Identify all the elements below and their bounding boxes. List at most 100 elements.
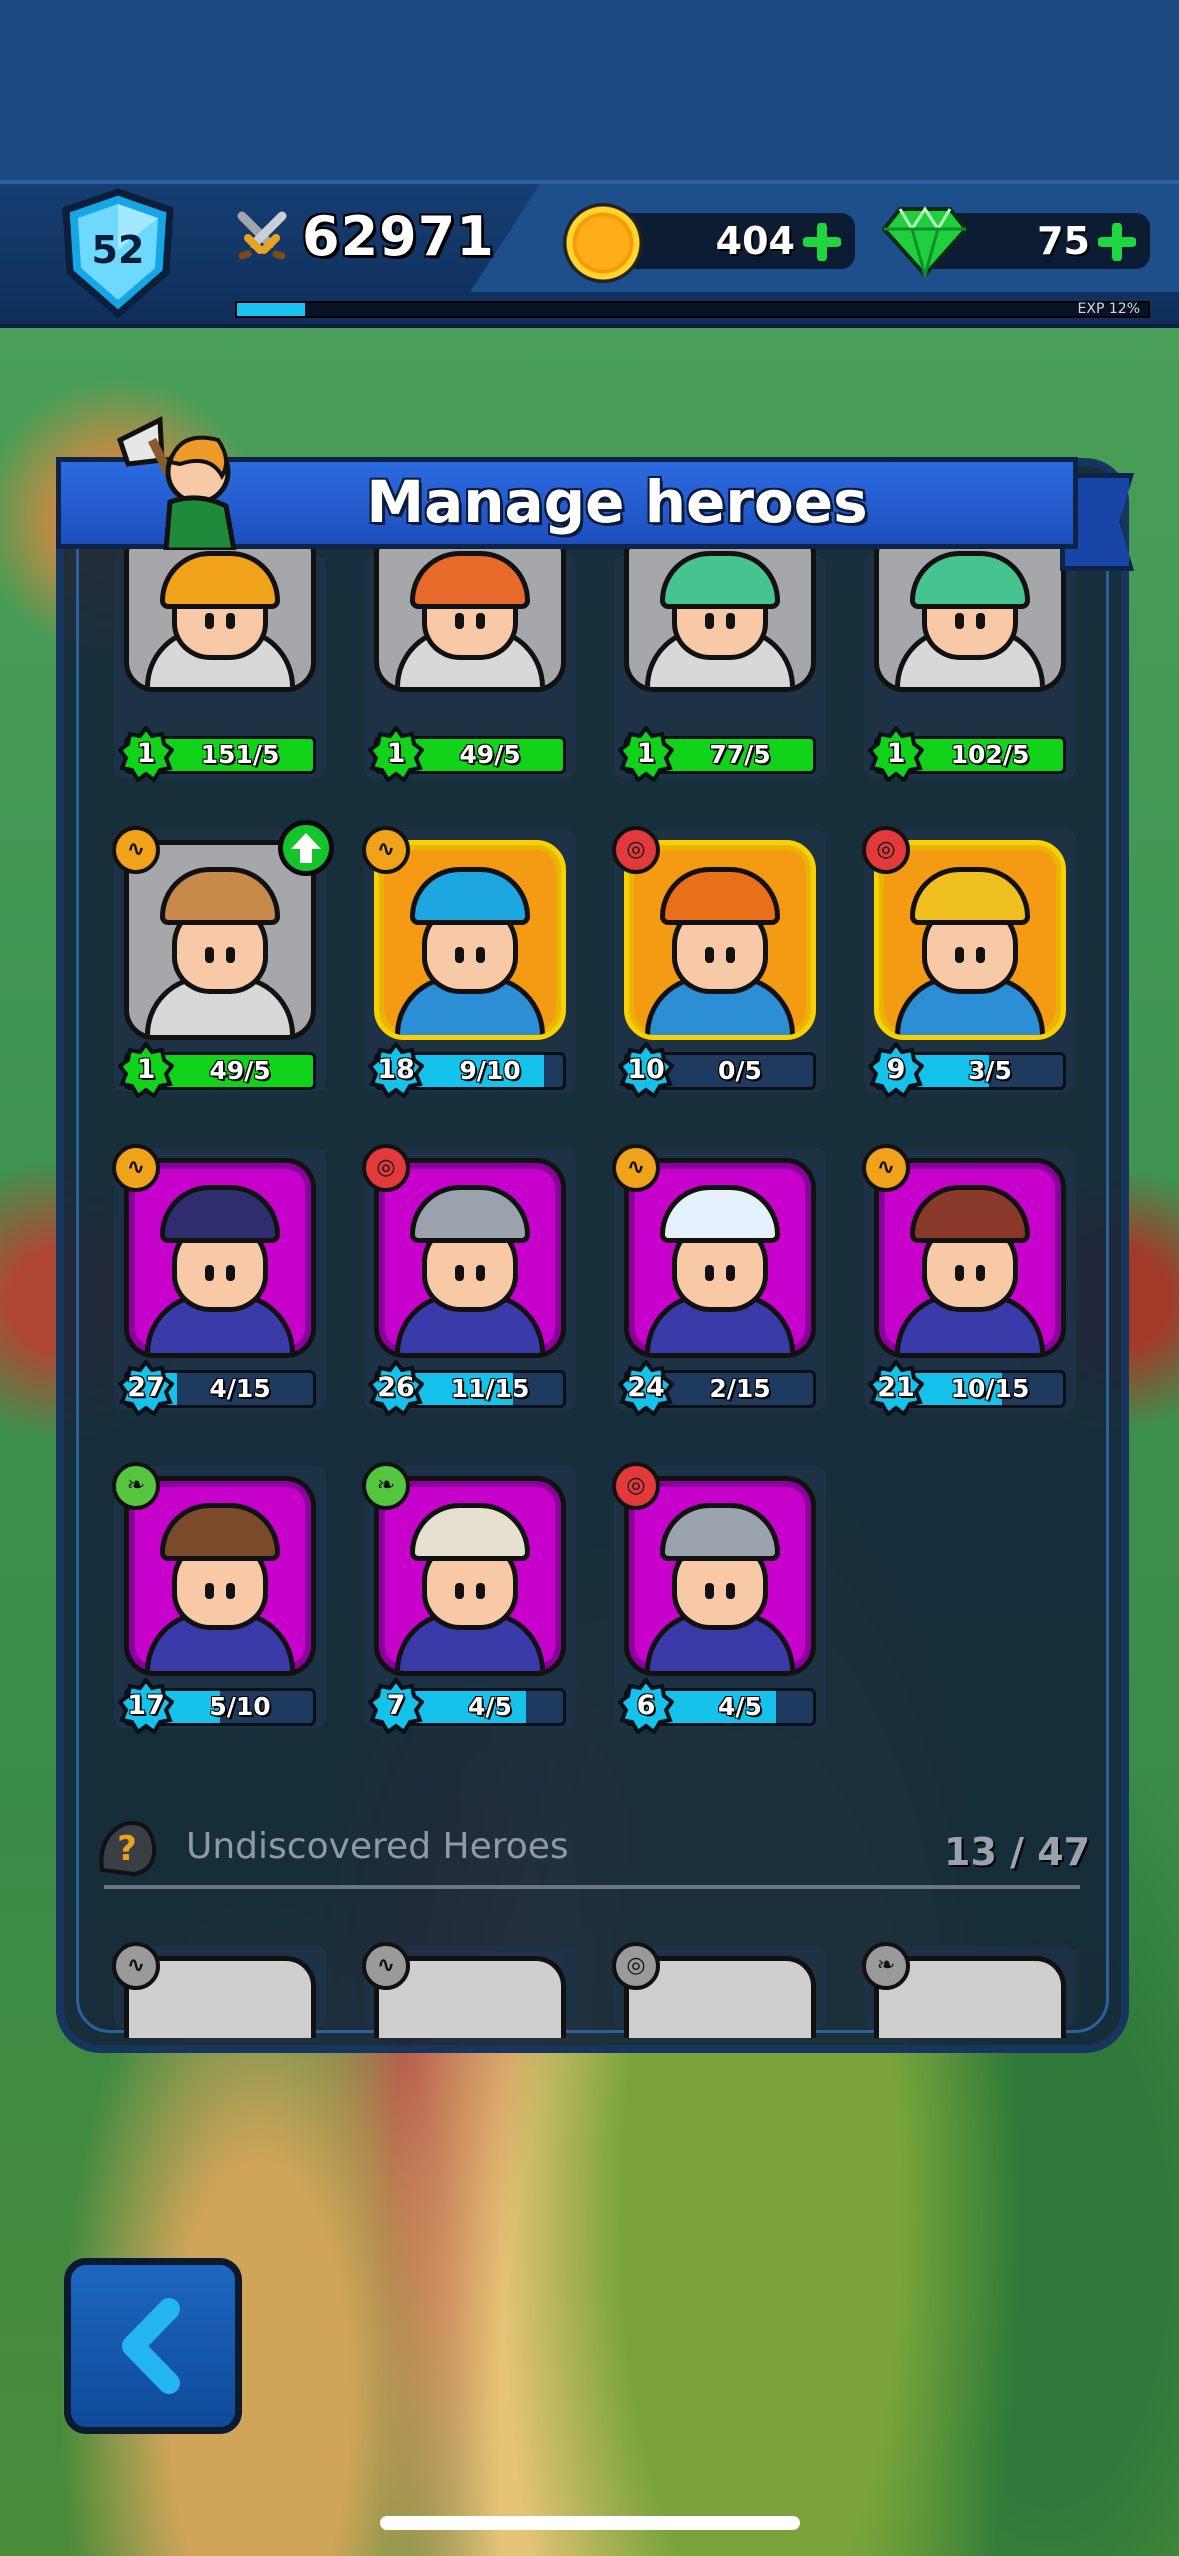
hero-level: 27 xyxy=(127,1372,165,1403)
hero-level: 21 xyxy=(877,1372,915,1403)
hero-card[interactable]: ◎ 0/5 10 xyxy=(612,826,826,1098)
hero-progress-text: 4/15 xyxy=(209,1374,271,1403)
hero-level: 26 xyxy=(377,1372,415,1403)
power-display: 62971 xyxy=(236,204,495,268)
crossed-swords-icon xyxy=(237,211,287,260)
exp-progress-bar: EXP 12% xyxy=(235,301,1150,318)
hero-progress-text: 2/15 xyxy=(709,1374,771,1403)
hero-progress-text: 9/10 xyxy=(459,1056,521,1085)
undiscovered-heroes-count: 13 / 47 xyxy=(944,1830,1091,1874)
attack-icon: ◎ xyxy=(612,1462,660,1510)
nature-icon: ❧ xyxy=(862,1942,910,1990)
support-icon: ∿ xyxy=(362,1942,410,1990)
attack-icon: ◎ xyxy=(612,1942,660,1990)
coins-value: 404 xyxy=(715,219,795,263)
hero-progress-text: 5/10 xyxy=(209,1692,271,1721)
undiscovered-hero-card[interactable]: ❧ xyxy=(862,1942,1076,2038)
hero-card[interactable]: 77/5 1 xyxy=(614,524,826,782)
hero-card[interactable]: ∿ 10/15 21 xyxy=(862,1144,1076,1416)
exp-progress-fill xyxy=(237,303,306,316)
hero-level: 1 xyxy=(136,1054,156,1085)
hero-progress-text: 0/5 xyxy=(718,1056,762,1085)
hero-level: 17 xyxy=(127,1690,165,1721)
support-icon: ∿ xyxy=(862,1144,910,1192)
status-bar-area xyxy=(0,0,1179,180)
support-icon: ∿ xyxy=(362,826,410,874)
hero-card[interactable]: ◎ 4/5 6 xyxy=(612,1462,826,1734)
hero-portrait xyxy=(124,1476,316,1676)
hero-portrait xyxy=(624,1476,816,1676)
hero-progress-text: 49/5 xyxy=(459,740,521,769)
hero-progress-text: 3/5 xyxy=(968,1056,1012,1085)
coin-icon xyxy=(563,203,643,283)
section-divider xyxy=(104,1885,1080,1889)
hero-level: 18 xyxy=(377,1054,415,1085)
player-level-value: 52 xyxy=(91,228,145,272)
hero-progress-text: 102/5 xyxy=(950,740,1030,769)
hero-portrait xyxy=(374,1158,566,1358)
hero-level: 9 xyxy=(886,1054,906,1085)
hero-progress-text: 4/5 xyxy=(718,1692,762,1721)
svg-text:?: ? xyxy=(117,1829,137,1869)
hero-portrait xyxy=(624,1158,816,1358)
hero-portrait xyxy=(874,840,1066,1040)
hero-level: 6 xyxy=(636,1690,656,1721)
hero-progress-text: 10/15 xyxy=(950,1374,1030,1403)
hero-level: 7 xyxy=(386,1690,406,1721)
hero-card[interactable]: ◎ 3/5 9 xyxy=(862,826,1076,1098)
hero-card[interactable]: ❧ 5/10 17 xyxy=(112,1462,326,1734)
support-icon: ∿ xyxy=(612,1144,660,1192)
hero-level: 24 xyxy=(627,1372,665,1403)
hero-level: 1 xyxy=(386,738,406,769)
hero-card[interactable]: 102/5 1 xyxy=(864,524,1076,782)
home-indicator[interactable] xyxy=(380,2516,800,2530)
hero-portrait xyxy=(874,524,1066,692)
add-coins-icon[interactable] xyxy=(803,223,841,261)
nature-icon: ❧ xyxy=(362,1462,410,1510)
hero-card[interactable]: ◎ 11/15 26 xyxy=(362,1144,576,1416)
hero-card[interactable]: 151/5 1 xyxy=(114,524,326,782)
gems-value: 75 xyxy=(1037,219,1090,263)
hero-level: 1 xyxy=(136,738,156,769)
support-icon: ∿ xyxy=(112,826,160,874)
hero-progress-text: 11/15 xyxy=(450,1374,530,1403)
hero-card[interactable]: ∿ 4/15 27 xyxy=(112,1144,326,1416)
gem-icon xyxy=(882,206,968,277)
support-icon: ∿ xyxy=(112,1144,160,1192)
hero-level: 10 xyxy=(627,1054,665,1085)
hero-portrait xyxy=(624,524,816,692)
chevron-left-icon xyxy=(122,2298,180,2394)
attack-icon: ◎ xyxy=(612,826,660,874)
hero-portrait xyxy=(624,840,816,1040)
attack-icon: ◎ xyxy=(862,826,910,874)
power-value: 62971 xyxy=(302,204,495,268)
hero-portrait xyxy=(124,1158,316,1358)
undiscovered-hero-card[interactable]: ◎ xyxy=(612,1942,826,2038)
undiscovered-hero-card[interactable]: ∿ xyxy=(112,1942,326,2038)
hero-progress-text: 4/5 xyxy=(468,1692,512,1721)
hero-portrait xyxy=(374,524,566,692)
axe-hero-mascot-icon xyxy=(116,416,237,550)
hero-progress-text: 151/5 xyxy=(200,740,280,769)
hero-level: 1 xyxy=(886,738,906,769)
back-button[interactable] xyxy=(64,2258,242,2434)
support-icon: ∿ xyxy=(112,1942,160,1990)
undiscovered-question-icon: ? xyxy=(94,1816,160,1878)
exp-label: EXP 12% xyxy=(1077,301,1140,317)
hero-card[interactable]: ∿ 2/15 24 xyxy=(612,1144,826,1416)
hero-card[interactable]: ∿ 9/10 18 xyxy=(362,826,576,1098)
hero-portrait xyxy=(374,840,566,1040)
player-level-badge[interactable]: 52 xyxy=(58,188,178,319)
hero-portrait xyxy=(374,1476,566,1676)
hero-progress-text: 49/5 xyxy=(209,1056,271,1085)
hero-progress-text: 77/5 xyxy=(709,740,771,769)
add-gems-icon[interactable] xyxy=(1098,223,1136,261)
nature-icon: ❧ xyxy=(112,1462,160,1510)
hero-card[interactable]: ∿ 49/5 1 xyxy=(112,820,334,1098)
undiscovered-heroes-label: Undiscovered Heroes xyxy=(186,1826,569,1867)
undiscovered-hero-card[interactable]: ∿ xyxy=(362,1942,576,2038)
attack-icon: ◎ xyxy=(362,1144,410,1192)
hero-portrait xyxy=(874,1158,1066,1358)
hero-card[interactable]: ❧ 4/5 7 xyxy=(362,1462,576,1734)
hero-card[interactable]: 49/5 1 xyxy=(364,524,576,782)
